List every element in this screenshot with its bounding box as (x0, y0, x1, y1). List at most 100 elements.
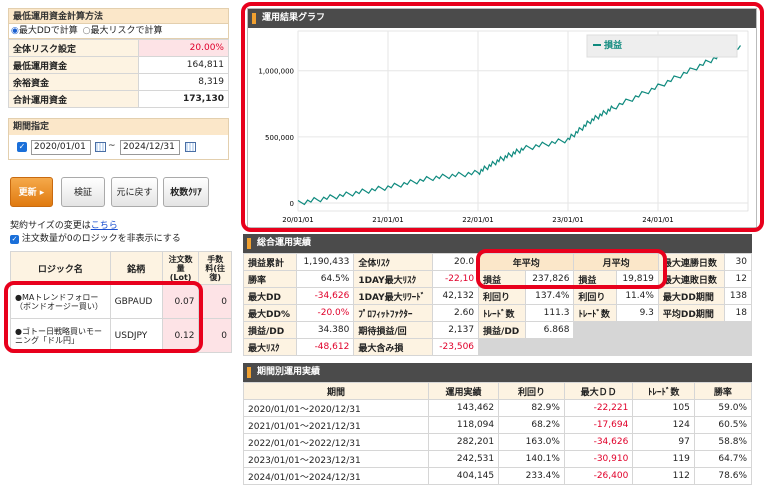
calendar-icon[interactable] (95, 142, 106, 152)
periodic-cell: 233.4% (498, 467, 565, 485)
hide-zero-label: 注文数量が0のロジックを非表示にする (21, 234, 181, 244)
yearly-label: 損益/DD (478, 321, 527, 339)
contract-link[interactable]: こちら (91, 221, 118, 231)
periodic-table: 期間 運用実績 利回り 最大ＤＤ ﾄﾚｰﾄﾞ数 勝率 2020/01/01～2020/12/… (243, 382, 753, 485)
periodic-row: 2022/01/01～2022/12/31 282,201 163.0% -34,62… (243, 433, 753, 451)
update-label: 更新 (18, 188, 37, 198)
monthly-label: ﾄﾚｰﾄﾞ数 (573, 304, 617, 322)
reset-button[interactable]: 元に戻す (111, 177, 158, 207)
play-icon: ▸ (36, 188, 45, 198)
periodic-cell: 2021/01/01～2021/12/31 (243, 416, 429, 434)
summary-label: 期待損益/回 (353, 321, 434, 339)
periodic-title: 期間別運用実績 (243, 363, 752, 382)
monthly-value: 11.4% (615, 287, 659, 305)
summary-row: 最大DD% -20.0% ﾌﾟﾛﾌｨｯﾄﾌｧｸﾀｰ 2.60 ﾄﾚｰﾄﾞ数 111.3 ﾄﾚ… (242, 304, 753, 322)
periodic-cell: -30,910 (563, 450, 634, 468)
summary-label: 損益累計 (242, 253, 298, 271)
hide-zero-checkbox[interactable]: ✓ (10, 235, 19, 244)
periodic-cell: 404,145 (427, 467, 500, 485)
summary-label: 最大DD期間 (657, 287, 725, 305)
periodic-row: 2020/01/01～2020/12/31 143,462 82.9% -22,221… (243, 399, 753, 417)
summary-value: -34,626 (296, 287, 355, 305)
end-date-input[interactable]: 2024/12/31 (120, 140, 180, 155)
periodic-cell: 140.1% (498, 450, 565, 468)
periodic-row: 2021/01/01～2021/12/31 118,094 68.2% -17,694… (243, 416, 753, 434)
periodic-cell: 82.9% (498, 399, 565, 417)
calc-label: 全体リスク設定 (8, 39, 139, 57)
summary-label: 損益/DD (242, 321, 298, 339)
periodic-cell: 58.8% (693, 433, 753, 451)
summary-label: 最大連敗日数 (657, 270, 725, 288)
summary-value: -20.0% (296, 304, 355, 322)
period-panel: 期間指定 ✓ 2020/01/01 ~ 2024/12/31 (8, 118, 229, 160)
contract-note-text: 契約サイズの変更は (10, 221, 91, 231)
calc-row: 最低運用資金 164,811 (8, 56, 230, 74)
col-lot: 注文数量(Lot) (161, 251, 200, 285)
summary-row: 最大ﾘｽｸ -48,612 最大含み損 -23,506 (242, 338, 752, 356)
summary-value: -23,506 (432, 338, 480, 356)
periodic-cell: 105 (632, 399, 695, 417)
update-button[interactable]: 更新 ▸ (10, 177, 53, 207)
summary-value: 20.0 (432, 253, 480, 271)
periodic-cell: -34,626 (563, 433, 634, 451)
periodic-cell: 97 (632, 433, 695, 451)
hide-zero-option: ✓ 注文数量が0のロジックを非表示にする (10, 231, 181, 244)
periodic-cell: 64.7% (693, 450, 753, 468)
summary-label: 勝率 (242, 270, 298, 288)
summary-value: 138 (723, 287, 753, 305)
summary-value: 42,132 (432, 287, 480, 305)
summary-label: 1DAY最大ﾘﾜｰﾄﾞ (353, 287, 434, 305)
yearly-value: 111.3 (525, 304, 575, 322)
verify-button[interactable]: 検証 (61, 177, 105, 207)
periodic-cell: -22,221 (563, 399, 634, 417)
col-fee: 手数料(往復) (198, 251, 232, 285)
periodic-cell: 2023/01/01～2023/12/31 (243, 450, 429, 468)
radio-maxrisk-label: 最大リスクで計算 (90, 26, 163, 36)
highlight-lots (4, 281, 203, 353)
summary-value: -48,612 (296, 338, 355, 356)
periodic-col: 勝率 (693, 382, 753, 400)
calc-row: 余裕資金 8,319 (8, 73, 230, 91)
summary-row: 最大DD -34,626 1DAY最大ﾘﾜｰﾄﾞ 42,132 利回り 137.4% 利回り… (242, 287, 753, 305)
periodic-cell: 2022/01/01～2022/12/31 (243, 433, 429, 451)
periodic-cell: 2020/01/01～2020/12/31 (243, 399, 429, 417)
calc-value: 8,319 (137, 73, 230, 91)
periodic-col: 最大ＤＤ (563, 382, 634, 400)
calc-row: 全体リスク設定 20.00% (8, 39, 230, 57)
empty-cell (478, 338, 752, 356)
summary-label: 最大ﾘｽｸ (242, 338, 298, 356)
summary-value: 18 (723, 304, 753, 322)
periodic-cell: 119 (632, 450, 695, 468)
fee-value: 0 (198, 318, 232, 353)
periodic-cell: 60.5% (693, 416, 753, 434)
lot-clear-button[interactable]: 枚数ｸﾘｱ (163, 177, 209, 207)
yearly-label: ﾄﾚｰﾄﾞ数 (478, 304, 527, 322)
periodic-cell: -26,400 (563, 467, 634, 485)
calendar-icon[interactable] (185, 142, 196, 152)
periodic-cell: 118,094 (427, 416, 500, 434)
calc-title: 最低運用資金計算方法 (8, 8, 229, 24)
periodic-panel: 期間別運用実績 期間 運用実績 利回り 最大ＤＤ ﾄﾚｰﾄﾞ数 勝率 2020/01/01～… (243, 363, 753, 485)
summary-label: 1DAY最大ﾘｽｸ (353, 270, 434, 288)
calc-value: 164,811 (137, 56, 230, 74)
calc-label: 最低運用資金 (8, 56, 139, 74)
summary-value: 1,190,433 (296, 253, 355, 271)
summary-label: 最大DD (242, 287, 298, 305)
summary-value: 2.60 (432, 304, 480, 322)
monthly-value: 9.3 (615, 304, 659, 322)
periodic-cell: 59.0% (693, 399, 753, 417)
calc-label: 余裕資金 (8, 73, 139, 91)
radio-maxdd[interactable]: ◉ (11, 26, 19, 36)
summary-label: 最大連勝日数 (657, 253, 725, 271)
highlight-graph (241, 2, 764, 232)
highlight-averages (476, 249, 667, 289)
periodic-cell: 78.6% (693, 467, 753, 485)
periodic-cell: 163.0% (498, 433, 565, 451)
summary-label: 平均DD期間 (657, 304, 725, 322)
start-date-input[interactable]: 2020/01/01 (31, 140, 91, 155)
calc-value: 20.00% (137, 39, 230, 57)
periodic-col: ﾄﾚｰﾄﾞ数 (632, 382, 695, 400)
period-checkbox[interactable]: ✓ (17, 142, 27, 152)
radio-maxdd-label: 最大DDで計算 (18, 26, 78, 36)
contract-note: 契約サイズの変更はこちら (10, 218, 118, 231)
